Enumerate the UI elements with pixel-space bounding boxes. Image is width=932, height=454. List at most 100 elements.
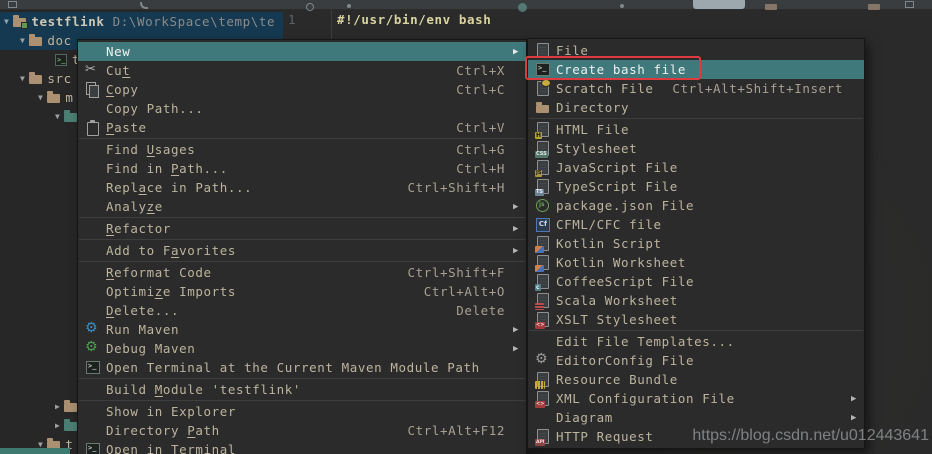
submenu-item-typescript-file[interactable]: TypeScript File bbox=[528, 177, 864, 196]
submenu-item-cfml-cfc-file[interactable]: CFML/CFC file bbox=[528, 215, 864, 234]
cfml-file-icon bbox=[535, 217, 550, 232]
menu-item-shortcut: Ctrl+H bbox=[456, 161, 505, 176]
toolbar-folder-icon[interactable] bbox=[765, 4, 777, 10]
submenu-item-diagram[interactable]: Diagram ▶ bbox=[528, 408, 864, 427]
submenu-item-html-file[interactable]: HTML File bbox=[528, 120, 864, 139]
scratch-file-icon bbox=[535, 79, 551, 96]
menu-separator bbox=[79, 400, 525, 401]
toolbar-folder-icon[interactable] bbox=[868, 4, 880, 10]
menu-item-label: Replace in Path... bbox=[106, 180, 253, 195]
progress-strip bbox=[0, 448, 70, 454]
menu-separator bbox=[529, 330, 863, 331]
menu-item-shortcut: Ctrl+V bbox=[456, 120, 505, 135]
tree-item-project-root[interactable]: ▼ testflink D:\WorkSpace\temp\te bbox=[0, 12, 283, 31]
submenu-arrow-icon: ▶ bbox=[512, 343, 519, 354]
no-icon bbox=[85, 101, 100, 116]
submenu-item-scratch-file[interactable]: Scratch File Ctrl+Alt+Shift+Insert bbox=[528, 79, 864, 98]
terminal-icon bbox=[85, 442, 100, 454]
submenu-item-resource-bundle[interactable]: Resource Bundle bbox=[528, 370, 864, 389]
submenu-arrow-icon: ▶ bbox=[850, 393, 857, 404]
toolbar-icon[interactable] bbox=[8, 1, 17, 8]
menu-item-label: Kotlin Worksheet bbox=[556, 255, 687, 270]
xml-file-icon bbox=[535, 391, 550, 408]
submenu-item-package-json-file[interactable]: package.json File bbox=[528, 196, 864, 215]
submenu-item-edit-file-templates[interactable]: Edit File Templates... bbox=[528, 332, 864, 351]
toolbar-icon[interactable] bbox=[347, 4, 351, 8]
menu-item-copy[interactable]: Copy Ctrl+C bbox=[78, 80, 526, 99]
menu-item-run-maven[interactable]: Run Maven ▶ bbox=[78, 320, 526, 339]
submenu-arrow-icon: ▶ bbox=[850, 412, 857, 423]
no-icon bbox=[85, 303, 100, 318]
chevron-right-icon[interactable]: ▶ bbox=[55, 421, 60, 430]
menu-item-copy-path[interactable]: Copy Path... bbox=[78, 99, 526, 118]
menu-item-add-to-favorites[interactable]: Add to Favorites ▶ bbox=[78, 241, 526, 260]
menu-item-delete[interactable]: Delete... Delete bbox=[78, 301, 526, 320]
no-icon bbox=[85, 243, 100, 258]
menu-item-shortcut: Ctrl+Alt+O bbox=[423, 284, 505, 299]
submenu-item-stylesheet[interactable]: Stylesheet bbox=[528, 139, 864, 158]
menu-item-find-in-path[interactable]: Find in Path... Ctrl+H bbox=[78, 159, 526, 178]
menu-item-paste[interactable]: Paste Ctrl+V bbox=[78, 118, 526, 137]
chevron-down-icon[interactable]: ▼ bbox=[55, 112, 60, 121]
submenu-item-xml-configuration-file[interactable]: XML Configuration File ▶ bbox=[528, 389, 864, 408]
toolbar-icon[interactable] bbox=[905, 1, 914, 8]
menu-item-optimize-imports[interactable]: Optimize Imports Ctrl+Alt+O bbox=[78, 282, 526, 301]
chevron-down-icon[interactable]: ▼ bbox=[38, 93, 43, 102]
code-line: #!/usr/bin/env bash bbox=[337, 12, 492, 27]
submenu-item-coffeescript-file[interactable]: CoffeeScript File bbox=[528, 272, 864, 291]
menu-item-new[interactable]: New ▶ bbox=[78, 42, 526, 61]
chevron-down-icon[interactable]: ▼ bbox=[20, 74, 25, 83]
menu-separator bbox=[529, 118, 863, 119]
menu-item-debug-maven[interactable]: Debug Maven ▶ bbox=[78, 339, 526, 358]
toolbar-button[interactable] bbox=[693, 0, 745, 9]
http-request-icon bbox=[535, 429, 550, 446]
submenu-item-directory[interactable]: Directory bbox=[528, 98, 864, 117]
menu-item-shortcut: Ctrl+Alt+Shift+Insert bbox=[672, 81, 843, 96]
no-icon bbox=[85, 382, 100, 397]
menu-item-label: CoffeeScript File bbox=[556, 274, 695, 289]
menu-item-build-module-testflink[interactable]: Build Module 'testflink' bbox=[78, 380, 526, 399]
submenu-item-javascript-file[interactable]: JavaScript File bbox=[528, 158, 864, 177]
paste-icon bbox=[85, 120, 100, 136]
menu-item-open-terminal-at-the-current-maven-module-path[interactable]: Open Terminal at the Current Maven Modul… bbox=[78, 358, 526, 377]
submenu-item-kotlin-script[interactable]: Kotlin Script bbox=[528, 234, 864, 253]
toolbar-icon[interactable] bbox=[140, 2, 148, 9]
menu-item-cut[interactable]: Cut Ctrl+X bbox=[78, 61, 526, 80]
submenu-item-scala-worksheet[interactable]: Scala Worksheet bbox=[528, 291, 864, 310]
menu-item-shortcut: Ctrl+X bbox=[456, 63, 505, 78]
toolbar-icon[interactable] bbox=[518, 3, 527, 12]
scala-file-icon bbox=[535, 293, 550, 310]
menu-item-show-in-explorer[interactable]: Show in Explorer bbox=[78, 402, 526, 421]
chevron-down-icon[interactable]: ▼ bbox=[20, 36, 25, 45]
watermark: https://blog.csdn.net/u012443641 bbox=[692, 427, 929, 444]
submenu-item-kotlin-worksheet[interactable]: Kotlin Worksheet bbox=[528, 253, 864, 272]
project-root-path: D:\WorkSpace\temp\te bbox=[112, 14, 276, 29]
menu-item-label: Optimize Imports bbox=[106, 284, 237, 299]
menu-separator bbox=[79, 261, 525, 262]
menu-item-refactor[interactable]: Refactor ▶ bbox=[78, 219, 526, 238]
menu-item-open-in-terminal[interactable]: Open in Terminal bbox=[78, 440, 526, 454]
menu-item-find-usages[interactable]: Find Usages Ctrl+G bbox=[78, 140, 526, 159]
menu-item-reformat-code[interactable]: Reformat Code Ctrl+Shift+F bbox=[78, 263, 526, 282]
menu-item-label: Debug Maven bbox=[106, 341, 196, 356]
sources-folder-icon bbox=[64, 110, 78, 122]
chevron-right-icon[interactable]: ▶ bbox=[55, 402, 60, 411]
menu-item-directory-path[interactable]: Directory Path Ctrl+Alt+F12 bbox=[78, 421, 526, 440]
menu-item-label: HTTP Request bbox=[556, 429, 654, 444]
no-icon bbox=[85, 180, 100, 195]
toolbar-icon[interactable] bbox=[620, 4, 624, 8]
submenu-item-xslt-stylesheet[interactable]: XSLT Stylesheet bbox=[528, 310, 864, 329]
menu-item-replace-in-path[interactable]: Replace in Path... Ctrl+Shift+H bbox=[78, 178, 526, 197]
menu-item-label: Reformat Code bbox=[106, 265, 212, 280]
submenu-arrow-icon: ▶ bbox=[512, 201, 519, 212]
kotlin-file-icon bbox=[535, 236, 550, 253]
toolbar-icon[interactable] bbox=[306, 3, 314, 11]
menu-item-label: XML Configuration File bbox=[556, 391, 735, 406]
chevron-down-icon[interactable]: ▼ bbox=[4, 17, 9, 26]
no-icon bbox=[85, 199, 100, 214]
submenu-item-editorconfig-file[interactable]: EditorConfig File bbox=[528, 351, 864, 370]
coffeescript-file-icon bbox=[535, 274, 550, 291]
folder-icon bbox=[64, 400, 78, 412]
menu-separator bbox=[79, 217, 525, 218]
menu-item-analyze[interactable]: Analyze ▶ bbox=[78, 197, 526, 216]
